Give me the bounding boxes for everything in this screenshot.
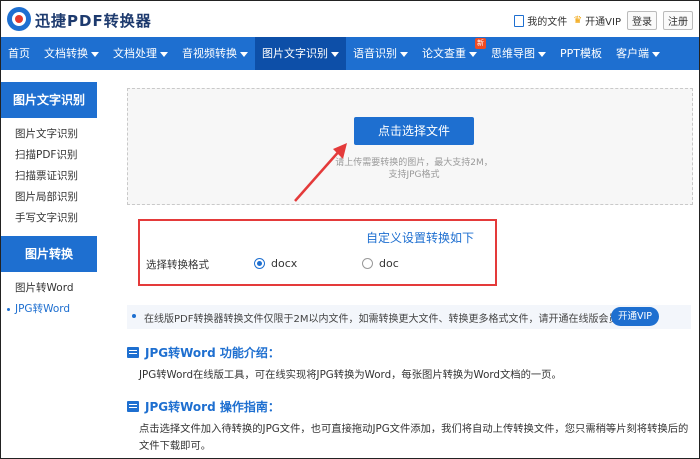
main-nav: 首页 文档转换 文档处理 音视频转换 图片文字识别 语音识别 论文查重新 思维导… [1, 37, 699, 70]
conversion-settings-box: 自定义设置转换如下 选择转换格式 docx doc [138, 219, 497, 286]
size-limit-notice: 在线版PDF转换器转换文件仅限于2M以内文件，如需转换更大文件、转换更多格式文件… [127, 305, 691, 329]
sidebar-item-partial-ocr[interactable]: 图片局部识别 [1, 187, 97, 208]
top-header: 迅捷PDF转换器 我的文件 ♛ 开通VIP 登录 注册 [1, 1, 699, 37]
open-vip-label: 开通VIP [585, 17, 621, 28]
nav-label: 思维导图 [491, 47, 535, 60]
nav-label: 图片文字识别 [262, 47, 328, 60]
caret-down-icon [538, 51, 546, 57]
annotation-arrow-icon [294, 143, 347, 202]
crown-icon: ♛ [573, 15, 583, 26]
nav-av-convert[interactable]: 音视频转换 [175, 37, 255, 70]
bullet-icon [132, 314, 136, 318]
caret-down-icon [240, 51, 248, 57]
open-vip-link[interactable]: ♛ 开通VIP [573, 13, 621, 28]
caret-down-icon [160, 51, 168, 57]
sidebar-item-scan-pdf[interactable]: 扫描PDF识别 [1, 145, 97, 166]
nav-doc-convert[interactable]: 文档转换 [37, 37, 106, 70]
guide-heading: JPG转Word 操作指南： [127, 398, 280, 415]
nav-label: 论文查重 [422, 47, 466, 60]
upload-dropzone[interactable]: 点击选择文件 请上传需要转换的图片，最大支持2M， 支持JPG格式 [127, 88, 693, 205]
open-vip-button[interactable]: 开通VIP [611, 307, 659, 326]
guide-title: JPG转Word 操作指南： [145, 400, 280, 414]
nav-label: 语音识别 [353, 47, 397, 60]
format-option-label: doc [379, 257, 399, 270]
register-button[interactable]: 注册 [663, 11, 693, 30]
nav-mindmap[interactable]: 思维导图 [484, 37, 553, 70]
notice-text: 在线版PDF转换器转换文件仅限于2M以内文件，如需转换更大文件、转换更多格式文件… [144, 314, 629, 325]
caret-down-icon [652, 51, 660, 57]
sidebar: 图片文字识别 图片文字识别 扫描PDF识别 扫描票证识别 图片局部识别 手写文字… [1, 82, 97, 320]
nav-label: 文档转换 [44, 47, 88, 60]
document-icon [127, 347, 139, 358]
format-option-docx[interactable]: docx [254, 257, 297, 270]
sidebar-item-image-to-word[interactable]: 图片转Word [1, 278, 97, 299]
nav-image-ocr[interactable]: 图片文字识别 [255, 37, 346, 70]
radio-selected-icon[interactable] [254, 258, 265, 269]
nav-client[interactable]: 客户端 [609, 37, 667, 70]
top-links: 我的文件 ♛ 开通VIP 登录 注册 [514, 11, 693, 30]
guide-text: 点击选择文件加入待转换的JPG文件，也可直接拖动JPG文件添加，我们将自动上传转… [139, 423, 689, 452]
nav-label: 首页 [8, 47, 30, 60]
nav-label: PPT模板 [560, 47, 602, 60]
intro-heading: JPG转Word 功能介绍： [127, 344, 280, 361]
intro-text: JPG转Word在线版工具，可在线实现将JPG转换为Word，每张图片转换为Wo… [139, 369, 562, 381]
nav-doc-process[interactable]: 文档处理 [106, 37, 175, 70]
my-files-link[interactable]: 我的文件 [514, 13, 567, 28]
brand-name[interactable]: 迅捷PDF转换器 [35, 10, 152, 31]
sidebar-item-image-ocr[interactable]: 图片文字识别 [1, 124, 97, 145]
nav-label: 客户端 [616, 47, 649, 60]
intro-title: JPG转Word 功能介绍： [145, 346, 280, 360]
caret-down-icon [469, 51, 477, 57]
nav-speech[interactable]: 语音识别 [346, 37, 415, 70]
custom-settings-title[interactable]: 自定义设置转换如下 [366, 229, 474, 246]
my-files-label: 我的文件 [527, 17, 568, 28]
nav-label: 文档处理 [113, 47, 157, 60]
caret-down-icon [400, 51, 408, 57]
caret-down-icon [331, 51, 339, 57]
page: 迅捷PDF转换器 我的文件 ♛ 开通VIP 登录 注册 首页 文档转换 文档处理… [0, 0, 700, 459]
format-option-doc[interactable]: doc [362, 257, 399, 270]
sidebar-item-scan-ticket[interactable]: 扫描票证识别 [1, 166, 97, 187]
sidebar-group-title: 图片转换 [1, 236, 97, 272]
format-option-label: docx [271, 257, 298, 270]
login-button[interactable]: 登录 [627, 11, 657, 30]
sidebar-item-jpg-to-word[interactable]: JPG转Word [1, 299, 97, 320]
caret-down-icon [91, 51, 99, 57]
edit-document-icon [127, 401, 139, 412]
nav-ppt[interactable]: PPT模板 [553, 37, 609, 70]
nav-paper-check[interactable]: 论文查重新 [415, 37, 486, 70]
nav-home[interactable]: 首页 [1, 37, 37, 70]
sidebar-group-title: 图片文字识别 [1, 82, 97, 118]
select-file-button[interactable]: 点击选择文件 [354, 117, 474, 145]
brand-logo-icon[interactable] [7, 7, 31, 31]
format-label: 选择转换格式 [146, 259, 209, 271]
sidebar-item-handwriting[interactable]: 手写文字识别 [1, 208, 97, 229]
radio-empty-icon[interactable] [362, 258, 373, 269]
nav-label: 音视频转换 [182, 47, 237, 60]
file-icon [514, 14, 525, 27]
